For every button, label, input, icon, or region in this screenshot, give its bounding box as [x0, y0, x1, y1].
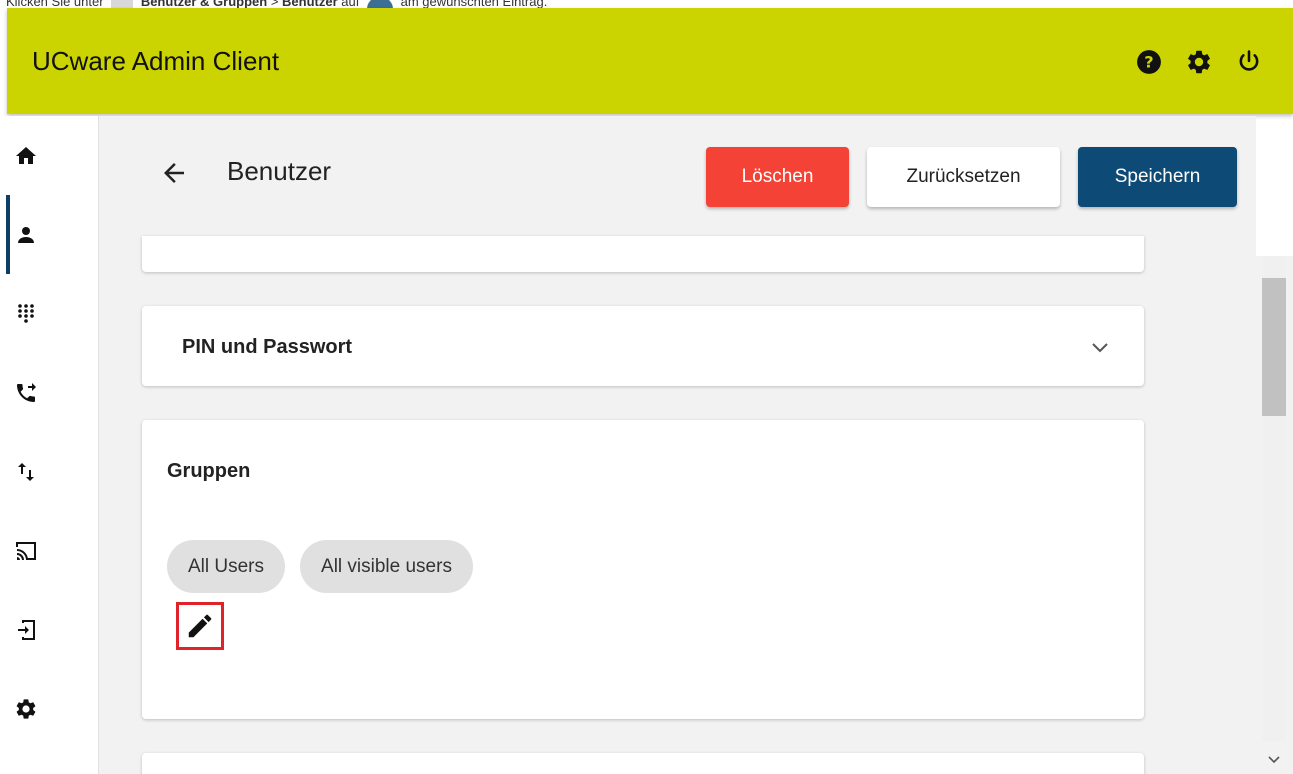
dialpad-icon [18, 303, 34, 323]
delete-button[interactable]: Löschen [706, 147, 849, 207]
page-header: Benutzer Löschen Zurücksetzen Speichern [99, 116, 1256, 236]
previous-section-card [142, 236, 1144, 272]
save-button[interactable]: Speichern [1078, 147, 1237, 207]
call-forward-icon [17, 382, 36, 402]
edit-round-icon [367, 0, 393, 8]
group-chip: All visible users [300, 540, 473, 593]
section-title: Gruppen [167, 460, 251, 482]
reset-button[interactable]: Zurücksetzen [867, 147, 1060, 207]
pencil-icon [188, 614, 212, 638]
sidebar-item-users[interactable] [0, 195, 98, 274]
main-content: Benutzer Löschen Zurücksetzen Speichern … [99, 116, 1256, 774]
power-icon[interactable] [1235, 48, 1263, 76]
pin-password-section[interactable]: PIN und Passwort [142, 306, 1144, 386]
group-chip: All Users [167, 540, 286, 593]
sidebar-item-home[interactable] [0, 116, 98, 195]
sidebar-item-call-forwarding[interactable] [0, 353, 98, 432]
scrollbar-thumb[interactable] [1262, 278, 1286, 416]
section-title: PIN und Passwort [182, 336, 353, 358]
instruction-separator: > [267, 0, 283, 8]
sidebar-nav [0, 116, 99, 774]
home-icon [16, 146, 36, 164]
users-groups-menu-icon [111, 0, 134, 8]
app-title: UCware Admin Client [32, 46, 280, 76]
user-icon [18, 226, 34, 243]
sidebar-item-login[interactable] [0, 590, 98, 669]
scroll-down-icon[interactable] [1264, 752, 1284, 768]
instruction-submenu: Benutzer [282, 0, 338, 8]
instruction-suffix: am gewünschten Eintrag. [400, 0, 548, 8]
header-actions: ? [1135, 48, 1263, 76]
sidebar-item-cast[interactable] [0, 511, 98, 590]
chevron-down-icon [1092, 343, 1108, 353]
next-section-card [142, 753, 1144, 774]
settings-icon[interactable] [1185, 48, 1213, 76]
sidebar-item-transfer[interactable] [0, 432, 98, 511]
app-header: UCware Admin Client ? [7, 8, 1293, 114]
transfer-arrows-icon [18, 462, 34, 481]
back-arrow-icon[interactable] [159, 158, 189, 188]
edit-groups-button[interactable] [176, 602, 224, 650]
sidebar-item-dialpad[interactable] [0, 274, 98, 353]
cast-icon [16, 541, 36, 560]
page-title: Benutzer [227, 156, 332, 186]
help-icon[interactable]: ? [1135, 48, 1163, 76]
instruction-middle: auf [341, 0, 360, 8]
vertical-scrollbar[interactable] [1256, 256, 1293, 774]
instruction-menu-path: Benutzer & Gruppen [140, 0, 268, 8]
login-icon [18, 619, 35, 640]
sidebar-item-settings[interactable] [0, 669, 98, 748]
instruction-prefix: Klicken Sie unter [6, 0, 104, 8]
svg-text:?: ? [1144, 52, 1153, 71]
group-chips: All Users All visible users [167, 540, 473, 593]
settings-icon [16, 698, 36, 719]
instruction-text: Klicken Sie unter Benutzer & Gruppen > B… [6, 0, 1286, 8]
groups-section: Gruppen All Users All visible users [142, 420, 1144, 719]
